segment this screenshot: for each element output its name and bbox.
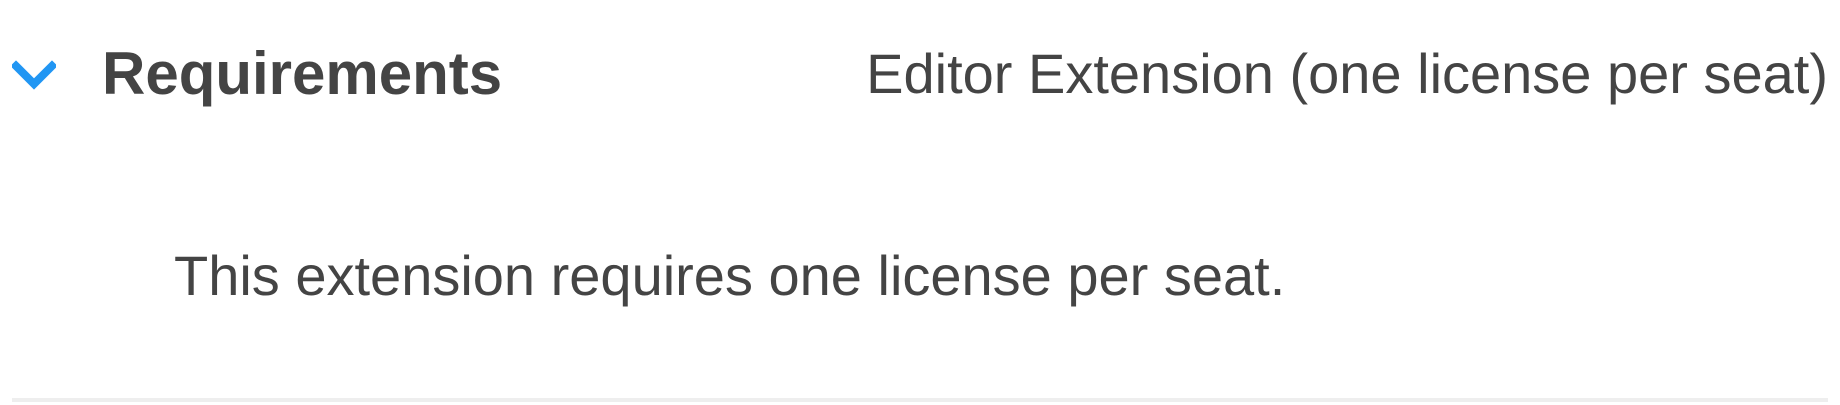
chevron-down-icon[interactable] [12, 58, 56, 92]
section-title: Requirements [102, 40, 503, 107]
requirements-section: Requirements Editor Extension (one licen… [0, 0, 1840, 405]
requirements-header[interactable]: Requirements Editor Extension (one licen… [0, 30, 1840, 120]
section-divider [12, 398, 1828, 402]
requirement-summary: Editor Extension (one license per seat) [866, 42, 1828, 105]
requirement-description: This extension requires one license per … [174, 244, 1286, 307]
